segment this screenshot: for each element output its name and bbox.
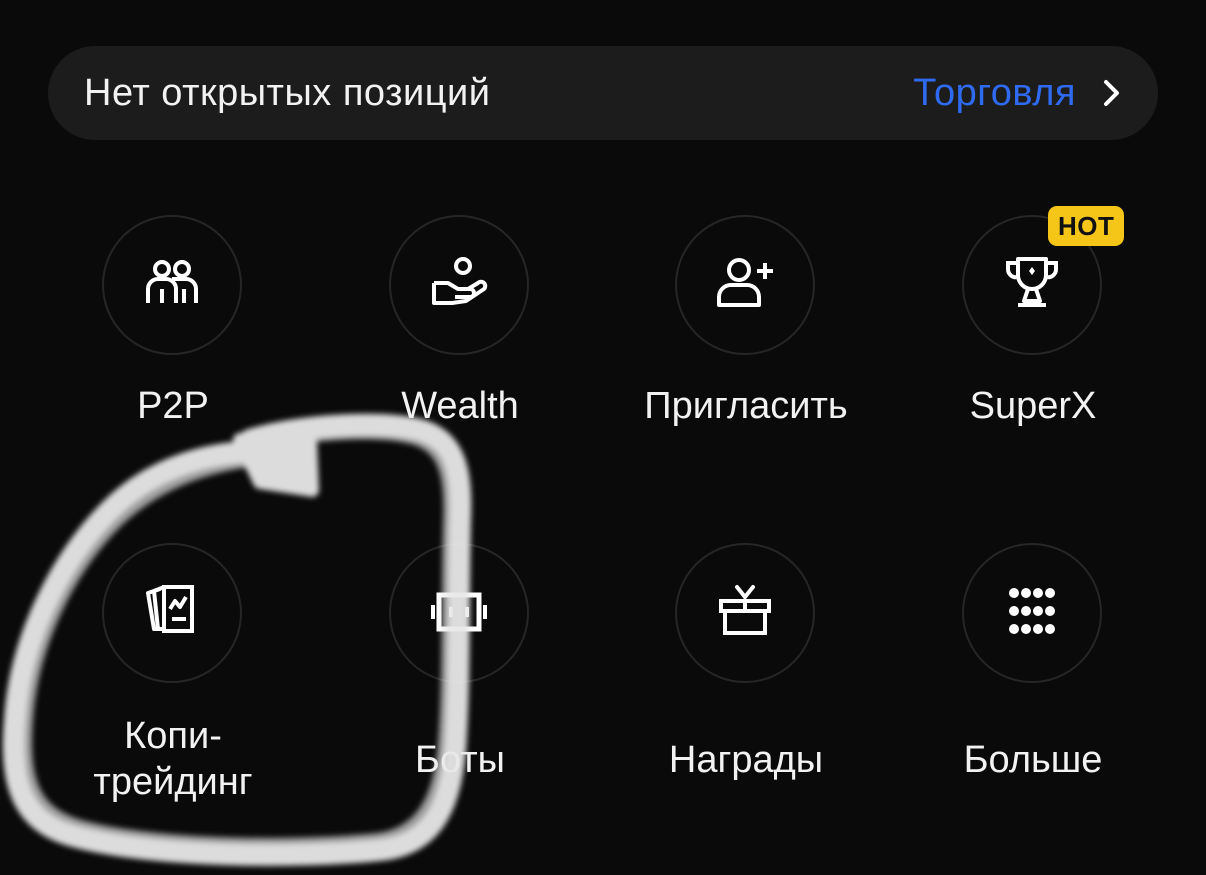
bot-icon	[429, 583, 489, 644]
quick-actions-grid: P2P Wealth Пригласить SuperX HOT Копи- т…	[0, 0, 1206, 875]
hot-badge: HOT	[1048, 206, 1125, 246]
gift-icon	[715, 583, 775, 644]
icon-circle	[102, 543, 242, 683]
menu-item-label: Боты	[415, 739, 505, 781]
add-user-icon	[715, 255, 775, 316]
menu-item-label: Больше	[963, 739, 1103, 781]
menu-item-label: Пригласить	[644, 385, 848, 427]
menu-item-label: Копи- трейдинг	[93, 715, 253, 803]
menu-item-label: Награды	[668, 739, 824, 781]
trophy-icon	[1002, 255, 1062, 316]
icon-circle	[962, 543, 1102, 683]
copy-trading-icon	[142, 583, 202, 644]
icon-circle	[389, 543, 529, 683]
icon-circle	[675, 543, 815, 683]
icon-circle	[389, 215, 529, 355]
users-icon	[144, 255, 200, 316]
grid-dots-icon	[1004, 583, 1060, 644]
icon-circle	[102, 215, 242, 355]
icon-circle	[675, 215, 815, 355]
menu-item-label: SuperX	[969, 385, 1097, 427]
menu-item-label: P2P	[137, 385, 209, 427]
hand-coin-icon	[429, 255, 489, 316]
menu-item-label: Wealth	[401, 385, 519, 427]
